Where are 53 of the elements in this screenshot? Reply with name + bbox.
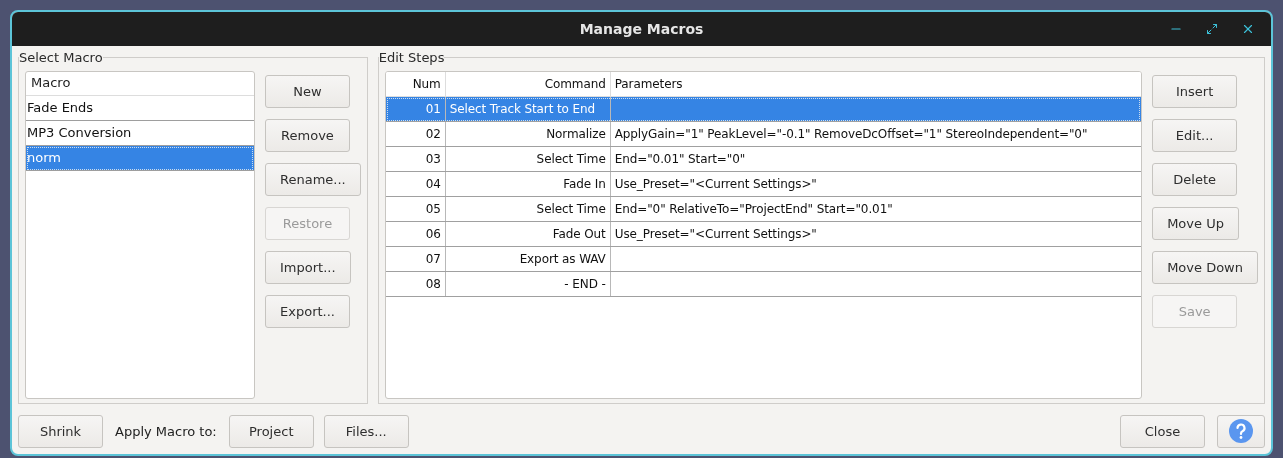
- table-cell: Fade Out: [445, 222, 611, 246]
- step-row[interactable]: 01 Select Track Start to End: [385, 97, 1142, 122]
- macro-button[interactable]: Remove: [265, 119, 350, 152]
- step-button[interactable]: Edit...: [1152, 119, 1238, 152]
- step-row[interactable]: 06 Fade Out Use_Preset="<Current Settings>": [385, 222, 1142, 247]
- table-cell: Select Track Start to End: [445, 97, 611, 121]
- step-row[interactable]: 08 - END -: [385, 272, 1142, 297]
- table-cell: 07: [385, 247, 446, 271]
- window-title: Manage Macros: [579, 21, 704, 37]
- table-cell: 04: [385, 172, 446, 196]
- group-title: Select Macro: [19, 50, 103, 65]
- table-cell: 06: [385, 222, 446, 246]
- table-cell-text: ApplyGain="1" PeakLevel="-0.1" RemoveDcOffset="1" StereoIndependent="0": [613, 126, 1089, 143]
- table-cell: 02: [385, 122, 446, 146]
- macro-button[interactable]: Export...: [265, 295, 350, 328]
- macro-list-item[interactable]: norm: [26, 146, 254, 171]
- help-icon: [1229, 419, 1253, 443]
- column-header[interactable]: Parameters: [610, 72, 1142, 96]
- apply-button[interactable]: Files...: [323, 414, 409, 448]
- step-row[interactable]: 05 Select Time End="0" RelativeTo="ProjectEnd" Start="0.01": [385, 197, 1142, 222]
- table-cell: 01: [385, 97, 446, 121]
- group-title: Edit Steps: [378, 50, 445, 65]
- step-button[interactable]: Move Up: [1152, 207, 1239, 240]
- step-row[interactable]: 02 Normalize ApplyGain="1" PeakLevel="-0.1" RemoveDcOffset="1" StereoIndependent="0": [385, 122, 1142, 147]
- table-cell: - END -: [445, 272, 611, 296]
- apply-button[interactable]: Project: [228, 414, 314, 448]
- step-row[interactable]: 04 Fade In Use_Preset="<Current Settings>": [385, 172, 1142, 197]
- table-cell-text: End="0.01" Start="0": [613, 151, 747, 168]
- table-cell-text: End="0" RelativeTo="ProjectEnd" Start="0.01": [613, 201, 894, 218]
- table-cell-text: Use_Preset="<Current Settings>": [613, 176, 818, 193]
- apply-label: Apply Macro to:: [114, 423, 218, 439]
- table-cell: 05: [385, 197, 446, 221]
- column-header[interactable]: Command: [445, 72, 611, 96]
- table-cell: Select Time: [445, 197, 611, 221]
- step-row[interactable]: 03 Select Time End="0.01" Start="0": [385, 147, 1142, 172]
- table-cell: 03: [385, 147, 446, 171]
- macro-button[interactable]: New: [265, 75, 350, 108]
- close-button[interactable]: Close: [1120, 414, 1205, 448]
- table-cell: Fade In: [445, 172, 611, 196]
- step-button[interactable]: Insert: [1152, 75, 1238, 108]
- table-cell: Export as WAV: [445, 247, 611, 271]
- macro-button[interactable]: Import...: [265, 251, 351, 284]
- help-button[interactable]: [1217, 414, 1265, 448]
- column-header[interactable]: Num: [385, 72, 446, 96]
- table-cell: Select Time: [445, 147, 611, 171]
- step-row[interactable]: 07 Export as WAV: [385, 247, 1142, 272]
- macro-button[interactable]: Rename...: [265, 163, 361, 196]
- step-button[interactable]: Move Down: [1152, 251, 1258, 284]
- table-cell: 08: [385, 272, 446, 296]
- shrink-button[interactable]: Shrink: [18, 414, 103, 448]
- step-button[interactable]: Delete: [1152, 163, 1238, 196]
- table-cell: Normalize: [445, 122, 611, 146]
- table-cell-text: Use_Preset="<Current Settings>": [613, 226, 818, 243]
